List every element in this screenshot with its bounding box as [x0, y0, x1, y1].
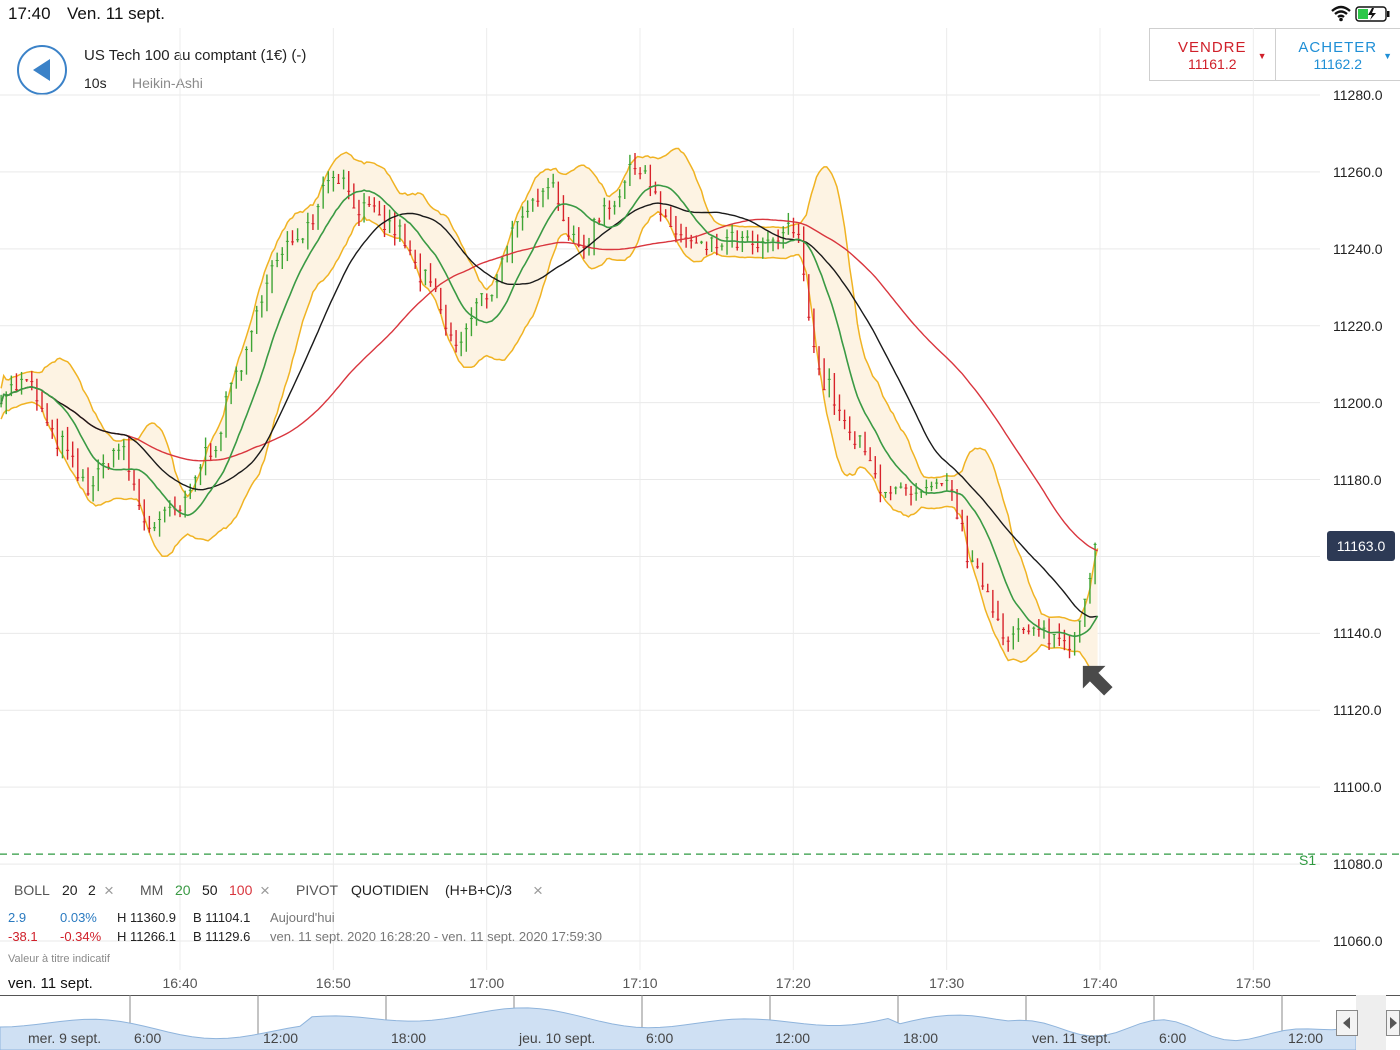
time-tick-label: 16:40	[162, 975, 198, 991]
bollinger-band-fill	[1, 148, 1098, 684]
stat-low-today: B 11104.1	[193, 910, 251, 925]
time-tick-label: 17:40	[1082, 975, 1118, 991]
navigator-label: mer. 9 sept.	[28, 1030, 102, 1046]
stat-high-view: H 11266.1	[117, 929, 177, 944]
mm-period-50: 50	[202, 882, 218, 898]
price-chart[interactable]	[0, 28, 1400, 970]
navigator-label: 12:00	[263, 1030, 299, 1046]
remove-mm-button[interactable]: ×	[260, 881, 270, 901]
time-tick-label: 16:50	[315, 975, 351, 991]
price-tick-label: 11120.0	[1333, 702, 1382, 719]
time-tick-label: 17:50	[1235, 975, 1271, 991]
price-tick-label: 11240.0	[1333, 240, 1383, 257]
navigator-overview[interactable]	[0, 995, 1400, 1050]
mm-period-20: 20	[175, 882, 191, 898]
mm-period-100: 100	[229, 882, 253, 898]
stat-low-view: B 11129.6	[193, 929, 251, 944]
support-s1-label: S1	[1299, 852, 1317, 868]
navigator-label: 18:00	[391, 1030, 427, 1046]
price-tick-label: 11180.0	[1333, 471, 1382, 488]
time-tick-label: 17:10	[622, 975, 658, 991]
mm-name[interactable]: MM	[140, 882, 163, 898]
stat-range-view: ven. 11 sept. 2020 16:28:20 - ven. 11 se…	[270, 929, 602, 944]
navigator-label: 6:00	[1159, 1030, 1187, 1046]
time-tick-label: 17:20	[775, 975, 811, 991]
disclaimer: Valeur à titre indicatif	[8, 953, 110, 965]
status-bar: 17:40 Ven. 11 sept.	[0, 0, 1400, 28]
price-tick-label: 11100.0	[1333, 779, 1382, 796]
stat-range-today: Aujourd'hui	[270, 910, 335, 925]
time-tick-label: 17:30	[929, 975, 965, 991]
stat-pct-view: -0.34%	[60, 929, 102, 944]
navigator-label: 6:00	[134, 1030, 162, 1046]
battery-icon	[1355, 6, 1390, 22]
boll-period: 20	[62, 882, 78, 898]
navigator-label: 12:00	[1288, 1030, 1324, 1046]
time-tick-label: 17:00	[469, 975, 505, 991]
boll-name[interactable]: BOLL	[14, 882, 50, 898]
stat-high-today: H 11360.9	[117, 910, 177, 925]
navigator-right-arrow[interactable]	[1386, 1010, 1400, 1036]
stat-pct-today: 0.03%	[60, 910, 97, 925]
navigator-label: 18:00	[903, 1030, 939, 1046]
boll-stddev: 2	[88, 882, 96, 898]
time-axis-date: ven. 11 sept.	[0, 972, 101, 997]
stat-change-today: 2.9	[8, 910, 27, 925]
navigator-label: jeu. 10 sept.	[519, 1030, 596, 1046]
stat-change-view: -38.1	[8, 929, 38, 944]
chevron-right-icon	[1390, 1017, 1397, 1029]
price-tick-label: 11220.0	[1333, 317, 1383, 334]
remove-pivot-button[interactable]: ×	[533, 881, 543, 901]
price-tick-label: 11140.0	[1333, 625, 1382, 642]
navigator-label: 12:00	[775, 1030, 811, 1046]
navigator-left-arrow[interactable]	[1336, 1010, 1358, 1036]
navigator-label: ven. 11 sept.	[1032, 1030, 1112, 1046]
indicator-legend: BOLL 20 2 × MM 20 50 100 × PIVOT QUOTIDI…	[0, 870, 1400, 970]
navigator-label: 6:00	[646, 1030, 674, 1046]
price-tick-label: 11280.0	[1333, 87, 1383, 103]
wifi-icon	[1331, 5, 1351, 22]
pivot-period: QUOTIDIEN	[351, 882, 429, 898]
chevron-left-icon	[1343, 1017, 1350, 1029]
pivot-formula: (H+B+C)/3	[445, 882, 512, 898]
pivot-name[interactable]: PIVOT	[296, 882, 338, 898]
price-tick-label: 11260.0	[1333, 163, 1383, 180]
status-icons	[1331, 5, 1390, 22]
status-time: 17:40	[8, 4, 51, 23]
current-price-tag: 11163.0	[1327, 531, 1395, 561]
remove-boll-button[interactable]: ×	[104, 881, 114, 901]
status-date: Ven. 11 sept.	[67, 4, 165, 23]
navigator-range-handle	[1356, 995, 1386, 1050]
price-tick-label: 11200.0	[1333, 394, 1383, 411]
